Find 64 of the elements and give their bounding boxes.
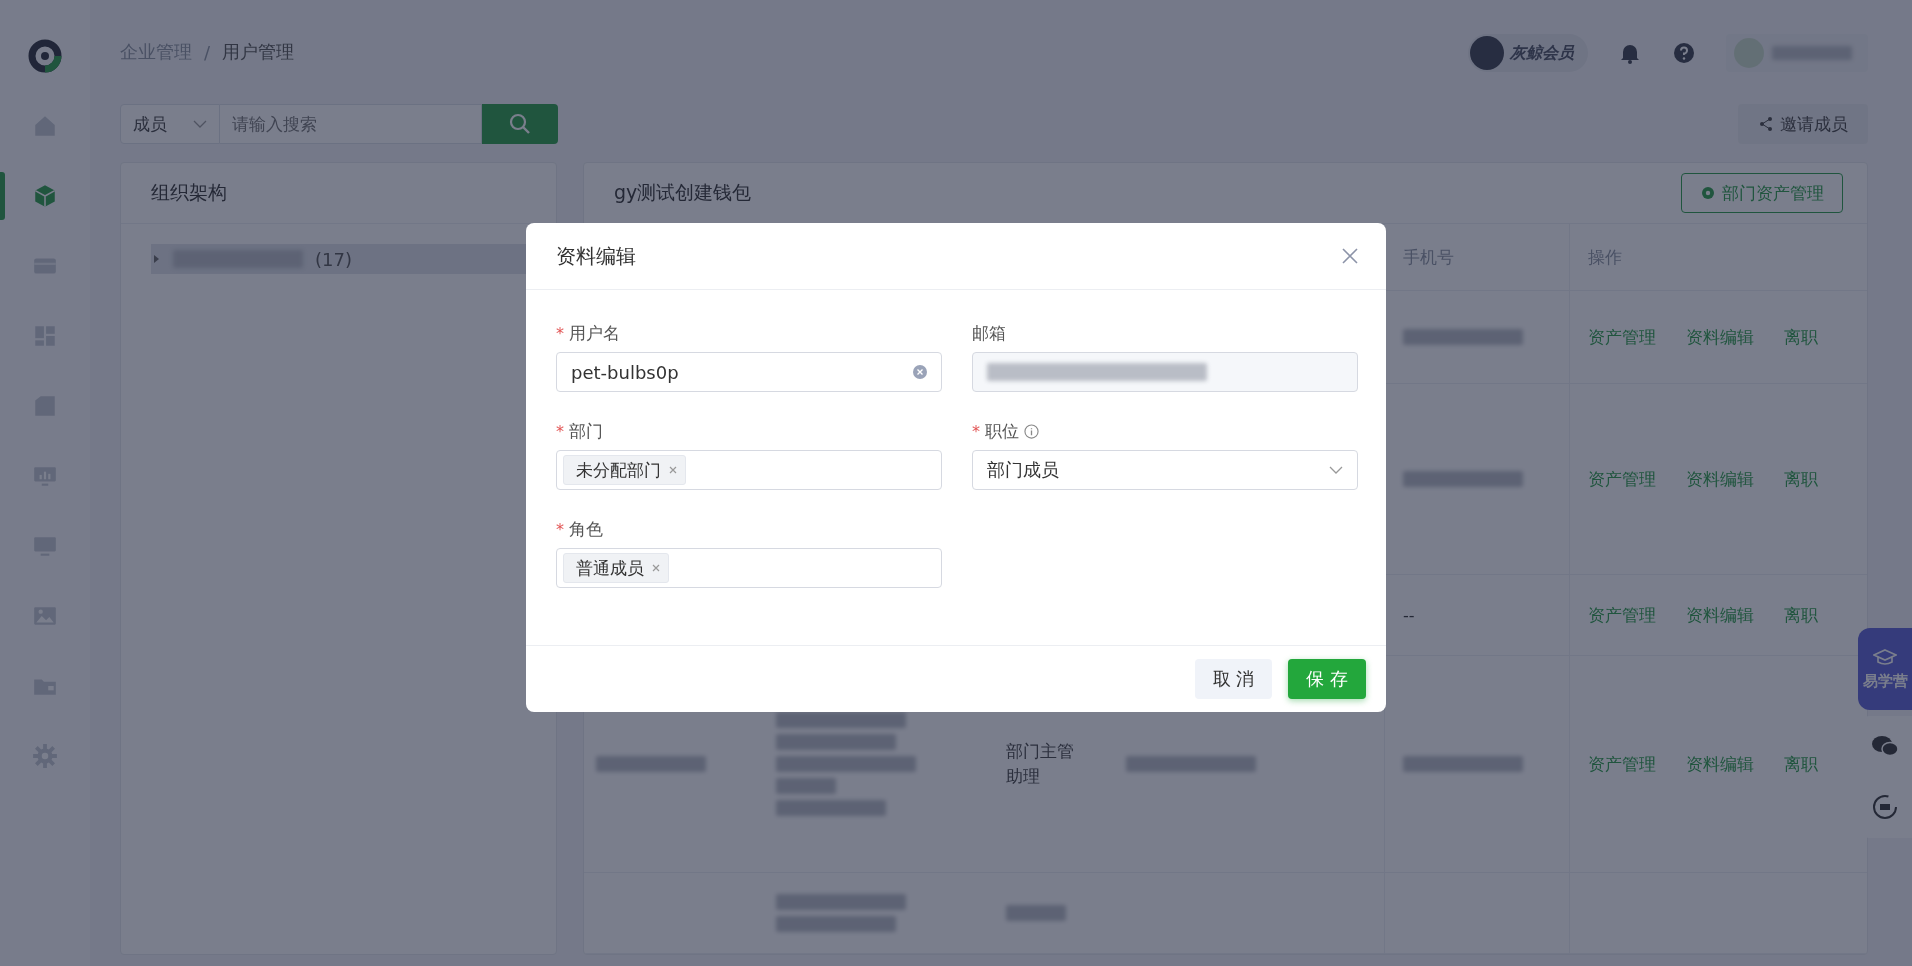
save-button[interactable]: 保 存 — [1288, 659, 1366, 699]
breadcrumb-item[interactable]: 用户管理 — [222, 40, 295, 64]
role-text: 部门主管助理 — [1006, 739, 1075, 788]
action-link[interactable]: 资料编辑 — [1686, 603, 1754, 627]
asset-management-button[interactable]: 部门资产管理 — [1681, 173, 1843, 213]
field-label: 职位 — [985, 419, 1019, 443]
panel-title: gy测试创建钱包 — [614, 180, 752, 205]
cube-icon — [32, 183, 58, 209]
caret-icon[interactable] — [151, 254, 161, 264]
graduation-cap-icon — [1873, 647, 1897, 668]
search-field[interactable]: 请输入搜索 — [220, 104, 482, 144]
action-link[interactable]: 离职 — [1784, 467, 1818, 491]
required-mark: * — [972, 421, 980, 441]
info-icon[interactable] — [1024, 423, 1039, 439]
search-button[interactable] — [482, 104, 558, 144]
share-icon — [1758, 116, 1774, 132]
blurred-text — [1006, 905, 1066, 921]
scope-select[interactable]: 成员 — [120, 104, 220, 144]
field-label: 邮箱 — [972, 321, 1006, 345]
tag-select-field[interactable]: 未分配部门 — [556, 450, 942, 490]
blurred-text — [776, 778, 836, 794]
search-icon — [508, 112, 532, 136]
avatar-icon — [1470, 36, 1504, 70]
invite-button[interactable]: 邀请成员 — [1738, 104, 1868, 144]
username-field[interactable]: pet-bulbs0p — [556, 352, 942, 392]
remove-tag-icon[interactable] — [650, 562, 662, 574]
action-link[interactable]: 资料编辑 — [1686, 325, 1754, 349]
action-link[interactable]: 资料编辑 — [1686, 752, 1754, 776]
chevron-down-icon — [193, 119, 207, 129]
action-link[interactable]: 资产管理 — [1588, 325, 1656, 349]
help-icon[interactable] — [1672, 41, 1696, 65]
action-link[interactable]: 离职 — [1784, 325, 1818, 349]
tag-select-field[interactable]: 普通成员 — [556, 548, 942, 588]
phone-text: -- — [1403, 605, 1415, 625]
email-field[interactable] — [972, 352, 1358, 392]
action-link[interactable]: 离职 — [1784, 752, 1818, 776]
tag: 未分配部门 — [563, 455, 686, 485]
logo-icon[interactable] — [27, 38, 63, 74]
panel-title: 组织架构 — [151, 180, 227, 205]
member-badge[interactable]: 灰鲸会员 — [1468, 34, 1588, 72]
action-link[interactable]: 离职 — [1784, 603, 1818, 627]
select-field[interactable]: 部门成员 — [972, 450, 1358, 490]
required-mark: * — [556, 519, 564, 539]
action-link[interactable]: 资产管理 — [1588, 467, 1656, 491]
required-mark: * — [556, 421, 564, 441]
action-link[interactable]: 资产管理 — [1588, 603, 1656, 627]
tag: 普通成员 — [563, 553, 669, 583]
field-label: 部门 — [569, 419, 603, 443]
remove-tag-icon[interactable] — [667, 464, 679, 476]
support-24h-icon[interactable] — [1871, 792, 1899, 821]
breadcrumb-separator: / — [204, 41, 211, 63]
field-label: 用户名 — [569, 321, 620, 345]
node-count: (17) — [315, 248, 352, 270]
chat-icon[interactable] — [1871, 733, 1899, 758]
learning-camp-button[interactable]: 易学营 — [1858, 628, 1912, 710]
chevron-down-icon — [1329, 465, 1343, 475]
action-link[interactable]: 资产管理 — [1588, 752, 1656, 776]
required-mark: * — [556, 323, 564, 343]
close-button[interactable] — [1340, 246, 1360, 266]
dialog-title: 资料编辑 — [556, 242, 636, 270]
clear-icon[interactable] — [913, 365, 927, 379]
action-link[interactable]: 资料编辑 — [1686, 467, 1754, 491]
field-label: 角色 — [569, 517, 603, 541]
cancel-button[interactable]: 取 消 — [1194, 659, 1273, 699]
